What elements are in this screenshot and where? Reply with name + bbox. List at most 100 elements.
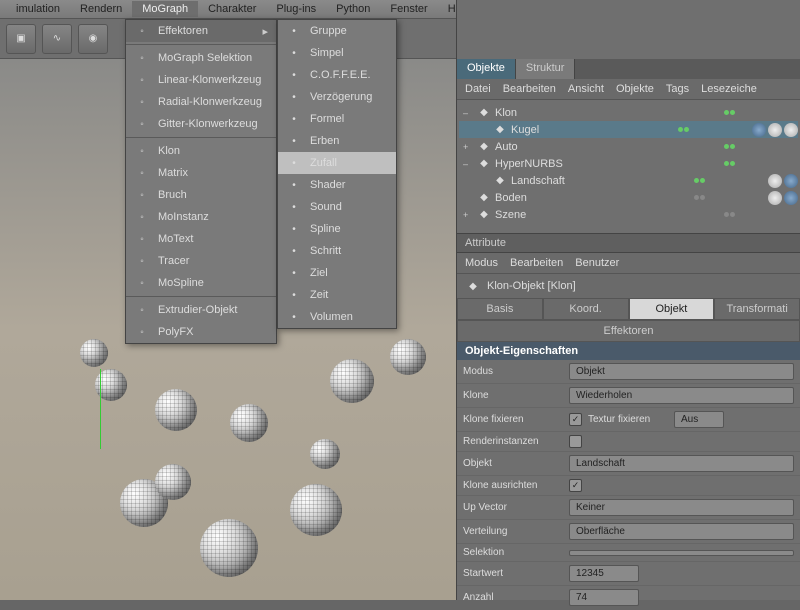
menu-item-effektoren[interactable]: ◦Effektoren▸ bbox=[126, 20, 276, 42]
textur-fix-field[interactable]: Aus bbox=[674, 411, 724, 428]
submenu-item-schritt[interactable]: •Schritt bbox=[278, 240, 396, 262]
item-icon: ◦ bbox=[134, 253, 150, 269]
prop-klone: Klone Wiederholen bbox=[457, 384, 800, 408]
objekt-field[interactable]: Landschaft bbox=[569, 455, 794, 472]
attr-tab-effektoren[interactable]: Effektoren bbox=[457, 320, 800, 342]
upvector-field[interactable]: Keiner bbox=[569, 499, 794, 516]
item-icon: • bbox=[286, 133, 302, 149]
expand-icon[interactable]: – bbox=[463, 159, 473, 169]
attr-tab-objekt[interactable]: Objekt bbox=[629, 298, 715, 320]
menu-item-polyfx[interactable]: ◦PolyFX bbox=[126, 321, 276, 343]
tag-icon[interactable] bbox=[768, 174, 782, 188]
menu-plug-ins[interactable]: Plug-ins bbox=[266, 1, 326, 17]
object-tree[interactable]: –◆Klon◆Kugel+◆Auto–◆HyperNURBS◆Landschaf… bbox=[457, 100, 800, 227]
anzahl-input[interactable]: 74 bbox=[569, 589, 639, 606]
obj-icon: ◆ bbox=[476, 156, 492, 172]
tree-row-hypernurbs[interactable]: –◆HyperNURBS bbox=[459, 155, 798, 172]
menu-item-matrix[interactable]: ◦Matrix bbox=[126, 162, 276, 184]
submenu-item-c-o-f-f-e-e-[interactable]: •C.O.F.F.E.E. bbox=[278, 64, 396, 86]
submenu-item-gruppe[interactable]: •Gruppe bbox=[278, 20, 396, 42]
tag-icon[interactable] bbox=[752, 123, 766, 137]
menu-fenster[interactable]: Fenster bbox=[380, 1, 437, 17]
item-icon: ◦ bbox=[134, 324, 150, 340]
klone-fix-checkbox[interactable]: ✓ bbox=[569, 413, 582, 426]
attr-tab-koord.[interactable]: Koord. bbox=[543, 298, 629, 320]
item-icon: • bbox=[286, 243, 302, 259]
objbar-tags[interactable]: Tags bbox=[666, 83, 689, 95]
menu-item-bruch[interactable]: ◦Bruch bbox=[126, 184, 276, 206]
submenu-item-shader[interactable]: •Shader bbox=[278, 174, 396, 196]
tag-icon[interactable] bbox=[768, 191, 782, 205]
submenu-item-erben[interactable]: •Erben bbox=[278, 130, 396, 152]
menu-item-mograph-selektion[interactable]: ◦MoGraph Selektion bbox=[126, 47, 276, 69]
tag-icon[interactable] bbox=[784, 174, 798, 188]
nurbs-tool[interactable]: ◉ bbox=[78, 24, 108, 54]
menu-mograph[interactable]: MoGraph bbox=[132, 1, 198, 17]
prop-ausrichten: Klone ausrichten ✓ bbox=[457, 476, 800, 496]
tree-row-boden[interactable]: ◆Boden bbox=[459, 189, 798, 206]
item-icon: ◦ bbox=[134, 187, 150, 203]
menu-item-radial-klonwerkzeug[interactable]: ◦Radial-Klonwerkzeug bbox=[126, 91, 276, 113]
expand-icon[interactable]: + bbox=[463, 210, 473, 220]
attrbar-bearbeiten[interactable]: Bearbeiten bbox=[510, 257, 563, 269]
item-icon: • bbox=[286, 23, 302, 39]
tab-objekte[interactable]: Objekte bbox=[457, 59, 516, 79]
tag-icon[interactable] bbox=[784, 123, 798, 137]
tree-row-klon[interactable]: –◆Klon bbox=[459, 104, 798, 121]
submenu-item-volumen[interactable]: •Volumen bbox=[278, 306, 396, 328]
ausrichten-checkbox[interactable]: ✓ bbox=[569, 479, 582, 492]
objbar-lesezeiche[interactable]: Lesezeiche bbox=[701, 83, 757, 95]
menu-rendern[interactable]: Rendern bbox=[70, 1, 132, 17]
submenu-item-sound[interactable]: •Sound bbox=[278, 196, 396, 218]
item-icon: • bbox=[286, 89, 302, 105]
objbar-bearbeiten[interactable]: Bearbeiten bbox=[503, 83, 556, 95]
item-icon: ◦ bbox=[134, 302, 150, 318]
tab-struktur[interactable]: Struktur bbox=[516, 59, 576, 79]
menu-charakter[interactable]: Charakter bbox=[198, 1, 266, 17]
render-checkbox[interactable] bbox=[569, 435, 582, 448]
objbar-ansicht[interactable]: Ansicht bbox=[568, 83, 604, 95]
verteilung-field[interactable]: Oberfläche bbox=[569, 523, 794, 540]
objbar-datei[interactable]: Datei bbox=[465, 83, 491, 95]
menu-item-klon[interactable]: ◦Klon bbox=[126, 140, 276, 162]
objbar-objekte[interactable]: Objekte bbox=[616, 83, 654, 95]
expand-icon[interactable]: + bbox=[463, 142, 473, 152]
submenu-item-formel[interactable]: •Formel bbox=[278, 108, 396, 130]
submenu-item-simpel[interactable]: •Simpel bbox=[278, 42, 396, 64]
submenu-item-spline[interactable]: •Spline bbox=[278, 218, 396, 240]
klone-field[interactable]: Wiederholen bbox=[569, 387, 794, 404]
menu-imulation[interactable]: imulation bbox=[6, 1, 70, 17]
menu-item-tracer[interactable]: ◦Tracer bbox=[126, 250, 276, 272]
menu-item-moinstanz[interactable]: ◦MoInstanz bbox=[126, 206, 276, 228]
tree-row-auto[interactable]: +◆Auto bbox=[459, 138, 798, 155]
menu-item-extrudier-objekt[interactable]: ◦Extrudier-Objekt bbox=[126, 299, 276, 321]
submenu-item-ziel[interactable]: •Ziel bbox=[278, 262, 396, 284]
tree-row-szene[interactable]: +◆Szene bbox=[459, 206, 798, 223]
menu-item-linear-klonwerkzeug[interactable]: ◦Linear-Klonwerkzeug bbox=[126, 69, 276, 91]
klon-icon: ◆ bbox=[465, 278, 481, 294]
tag-icon[interactable] bbox=[768, 123, 782, 137]
selektion-field[interactable] bbox=[569, 550, 794, 556]
cube-tool[interactable]: ▣ bbox=[6, 24, 36, 54]
submenu-item-zufall[interactable]: •Zufall bbox=[278, 152, 396, 174]
attr-tab-transformati[interactable]: Transformati bbox=[714, 298, 800, 320]
startwert-input[interactable]: 12345 bbox=[569, 565, 639, 582]
modus-field[interactable]: Objekt bbox=[569, 363, 794, 380]
attrbar-benutzer[interactable]: Benutzer bbox=[575, 257, 619, 269]
prop-renderinstanzen: Renderinstanzen bbox=[457, 432, 800, 452]
tree-row-kugel[interactable]: ◆Kugel bbox=[459, 121, 798, 138]
menu-python[interactable]: Python bbox=[326, 1, 380, 17]
submenu-item-verz-gerung[interactable]: •Verzögerung bbox=[278, 86, 396, 108]
attrbar-modus[interactable]: Modus bbox=[465, 257, 498, 269]
expand-icon[interactable]: – bbox=[463, 108, 473, 118]
menu-item-motext[interactable]: ◦MoText bbox=[126, 228, 276, 250]
tree-row-landschaft[interactable]: ◆Landschaft bbox=[459, 172, 798, 189]
submenu-item-zeit[interactable]: •Zeit bbox=[278, 284, 396, 306]
menu-item-gitter-klonwerkzeug[interactable]: ◦Gitter-Klonwerkzeug bbox=[126, 113, 276, 135]
menu-item-mospline[interactable]: ◦MoSpline bbox=[126, 272, 276, 294]
spline-tool[interactable]: ∿ bbox=[42, 24, 72, 54]
tag-icon[interactable] bbox=[784, 191, 798, 205]
attr-tab-basis[interactable]: Basis bbox=[457, 298, 543, 320]
obj-icon: ◆ bbox=[492, 122, 508, 138]
item-icon: • bbox=[286, 177, 302, 193]
